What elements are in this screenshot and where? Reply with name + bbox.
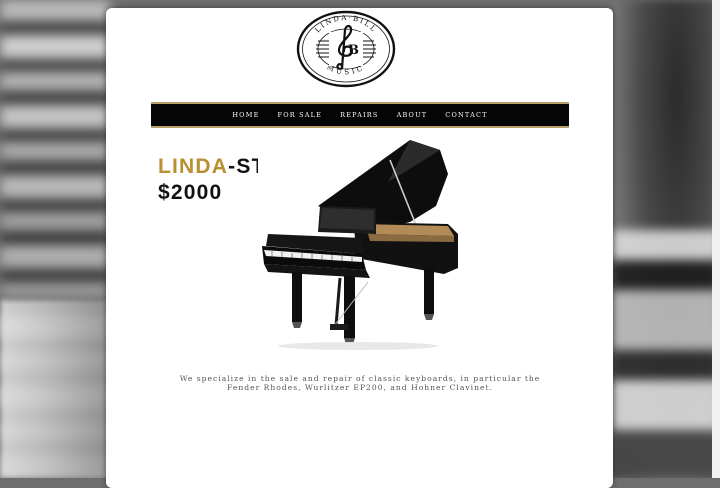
nav-home[interactable]: HOME bbox=[223, 111, 268, 119]
scrollbar-edge bbox=[712, 0, 720, 478]
nav-contact[interactable]: CONTACT bbox=[436, 111, 496, 119]
logo-monogram: B bbox=[348, 43, 359, 58]
nav-about[interactable]: ABOUT bbox=[388, 111, 437, 119]
store-tagline: We specialize in the sale and repair of … bbox=[179, 373, 541, 392]
logo-treble-clef-icon[interactable]: LINDA·BILL MUSIC B bbox=[296, 10, 396, 88]
background-left-keys-light bbox=[0, 300, 110, 478]
nav-repairs[interactable]: REPAIRS bbox=[331, 111, 387, 119]
headline-brand: LINDA bbox=[158, 155, 229, 178]
grand-piano-image bbox=[258, 138, 460, 352]
main-nav: HOME FOR SALE REPAIRS ABOUT CONTACT bbox=[151, 102, 569, 128]
background-right-keys bbox=[612, 230, 720, 478]
nav-for-sale[interactable]: FOR SALE bbox=[269, 111, 332, 119]
